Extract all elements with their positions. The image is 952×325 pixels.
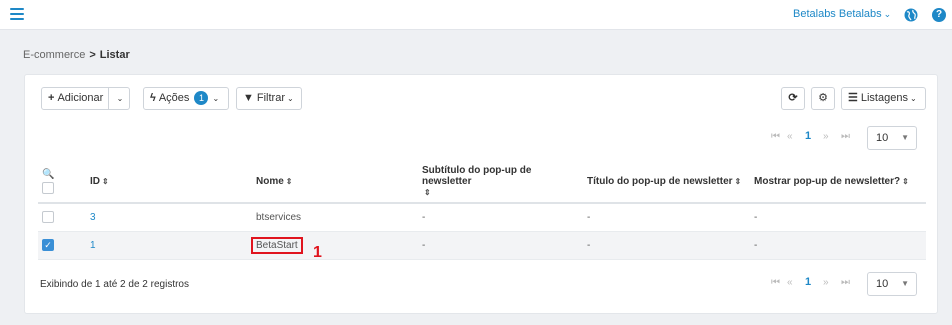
- sort-icon: ⇕: [734, 177, 742, 186]
- list-card: + Adicionar ⌄ ϟ Ações 1 ⌄ ▼ Filtrar ⌄ ⟳ ⚙ ☰ Li…: [24, 74, 938, 314]
- gear-icon: ⚙: [818, 92, 828, 104]
- last-page-icon[interactable]: ⏭: [841, 277, 850, 288]
- records-info: Exibindo de 1 até 2 de 2 registros: [40, 279, 189, 290]
- show-cell: -: [750, 203, 926, 232]
- name-cell: BetaStart: [251, 231, 418, 260]
- subtitle-cell: -: [418, 231, 583, 260]
- actions-count-badge: 1: [194, 91, 209, 106]
- chevron-down-icon: ⌄: [909, 94, 917, 103]
- filter-button[interactable]: ▼ Filtrar ⌄: [236, 87, 302, 110]
- chevron-down-icon: ⌄: [287, 94, 294, 103]
- sort-icon: ⇕: [902, 177, 909, 186]
- highlighted-name[interactable]: BetaStart: [251, 236, 303, 254]
- page-size-value: 10: [876, 132, 889, 144]
- table-row[interactable]: ✓ 1 BetaStart - - -: [38, 231, 926, 260]
- last-page-icon[interactable]: ⏭: [841, 131, 850, 142]
- search-icon[interactable]: 🔍: [42, 169, 82, 180]
- pagination-top: ⏮ « 1 » ⏭ 10 ▼: [771, 126, 921, 150]
- id-cell: 3: [86, 203, 252, 232]
- chevron-down-icon: ▼: [901, 279, 909, 288]
- chevron-down-icon: ⌄: [212, 94, 220, 103]
- row-select-cell: [38, 203, 86, 232]
- column-header-label: Título do pop-up de newsletter: [587, 176, 733, 187]
- column-header-id[interactable]: ID ⇕: [86, 161, 252, 204]
- plus-icon: +: [48, 92, 55, 104]
- column-header-title[interactable]: Título do pop-up de newsletter ⇕: [583, 161, 750, 204]
- next-page-icon[interactable]: »: [823, 131, 829, 142]
- title-cell: -: [583, 203, 750, 232]
- actions-button-label: Ações: [158, 92, 190, 104]
- column-header-label: Subtítulo do pop-up de newsletter: [422, 165, 532, 187]
- menu-icon[interactable]: [10, 8, 24, 20]
- id-link[interactable]: 1: [90, 240, 96, 251]
- page-number[interactable]: 1: [805, 276, 811, 288]
- sort-icon: ⇕: [102, 177, 109, 186]
- filter-icon: ▼: [243, 92, 254, 104]
- add-button[interactable]: + Adicionar: [41, 87, 109, 110]
- page-size-value: 10: [876, 278, 889, 290]
- select-all-header: 🔍: [38, 161, 86, 204]
- show-cell: -: [750, 231, 926, 260]
- breadcrumb-separator: >: [89, 49, 96, 61]
- list-icon: ☰: [848, 92, 858, 104]
- name-cell: btservices: [252, 203, 418, 232]
- id-link[interactable]: 3: [90, 212, 96, 223]
- prev-page-icon[interactable]: «: [787, 131, 793, 142]
- user-menu-label: Betalabs Betalabs: [793, 8, 882, 20]
- sort-icon: ⇕: [285, 177, 293, 186]
- page-size-select[interactable]: 10 ▼: [867, 272, 917, 296]
- refresh-button[interactable]: ⟳: [781, 87, 805, 110]
- first-page-icon[interactable]: ⏮: [771, 277, 780, 288]
- row-checkbox-checked[interactable]: ✓: [42, 239, 54, 251]
- column-header-name[interactable]: Nome ⇕: [252, 161, 418, 204]
- chevron-down-icon: ⌄: [116, 94, 124, 103]
- table-header-row: 🔍 ID ⇕ Nome ⇕ Subtítulo do pop-up de newsl…: [38, 161, 926, 204]
- listings-button-label: Listagens: [860, 92, 908, 104]
- column-header-label: Nome: [256, 176, 284, 187]
- user-menu[interactable]: Betalabs Betalabs ⌄: [793, 8, 891, 20]
- page-number[interactable]: 1: [805, 130, 811, 142]
- column-header-show[interactable]: Mostrar pop-up de newsletter? ⇕: [750, 161, 926, 204]
- row-checkbox[interactable]: [42, 211, 54, 224]
- breadcrumb-current: Listar: [99, 49, 130, 61]
- column-header-subtitle[interactable]: Subtítulo do pop-up de newsletter ⇕: [418, 161, 583, 204]
- bolt-icon: ϟ: [150, 92, 156, 104]
- breadcrumb: E-commerce > Listar: [23, 49, 130, 61]
- pagination-bottom: ⏮ « 1 » ⏭ 10 ▼: [771, 272, 921, 296]
- add-dropdown-button[interactable]: ⌄: [108, 87, 130, 110]
- select-all-checkbox[interactable]: [42, 182, 54, 194]
- next-page-icon[interactable]: »: [823, 277, 829, 288]
- prev-page-icon[interactable]: «: [787, 277, 793, 288]
- sort-icon: ⇕: [424, 188, 431, 197]
- first-page-icon[interactable]: ⏮: [771, 131, 780, 142]
- table-row[interactable]: 3 btservices - - -: [38, 203, 926, 232]
- subtitle-cell: -: [418, 203, 583, 232]
- chevron-down-icon: ⌄: [883, 9, 892, 19]
- filter-button-label: Filtrar: [256, 92, 285, 104]
- settings-button[interactable]: ⚙: [811, 87, 835, 110]
- listings-button[interactable]: ☰ Listagens ⌄: [841, 87, 926, 110]
- add-button-label: Adicionar: [57, 92, 104, 104]
- breadcrumb-parent[interactable]: E-commerce: [23, 49, 85, 61]
- column-header-label: ID: [90, 176, 100, 187]
- title-cell: -: [583, 231, 750, 260]
- globe-icon[interactable]: [904, 8, 918, 22]
- help-icon[interactable]: ?: [932, 8, 946, 22]
- annotation-marker: 1: [313, 244, 322, 261]
- column-header-label: Mostrar pop-up de newsletter?: [754, 176, 901, 187]
- top-navbar: Betalabs Betalabs ⌄ ?: [0, 0, 952, 30]
- actions-button[interactable]: ϟ Ações 1 ⌄: [143, 87, 229, 110]
- id-cell: 1: [86, 231, 252, 260]
- row-select-cell: ✓: [38, 231, 86, 260]
- records-table: 🔍 ID ⇕ Nome ⇕ Subtítulo do pop-up de newsl…: [38, 161, 926, 260]
- refresh-icon: ⟳: [788, 92, 798, 104]
- chevron-down-icon: ▼: [901, 133, 909, 142]
- page-size-select[interactable]: 10 ▼: [867, 126, 917, 150]
